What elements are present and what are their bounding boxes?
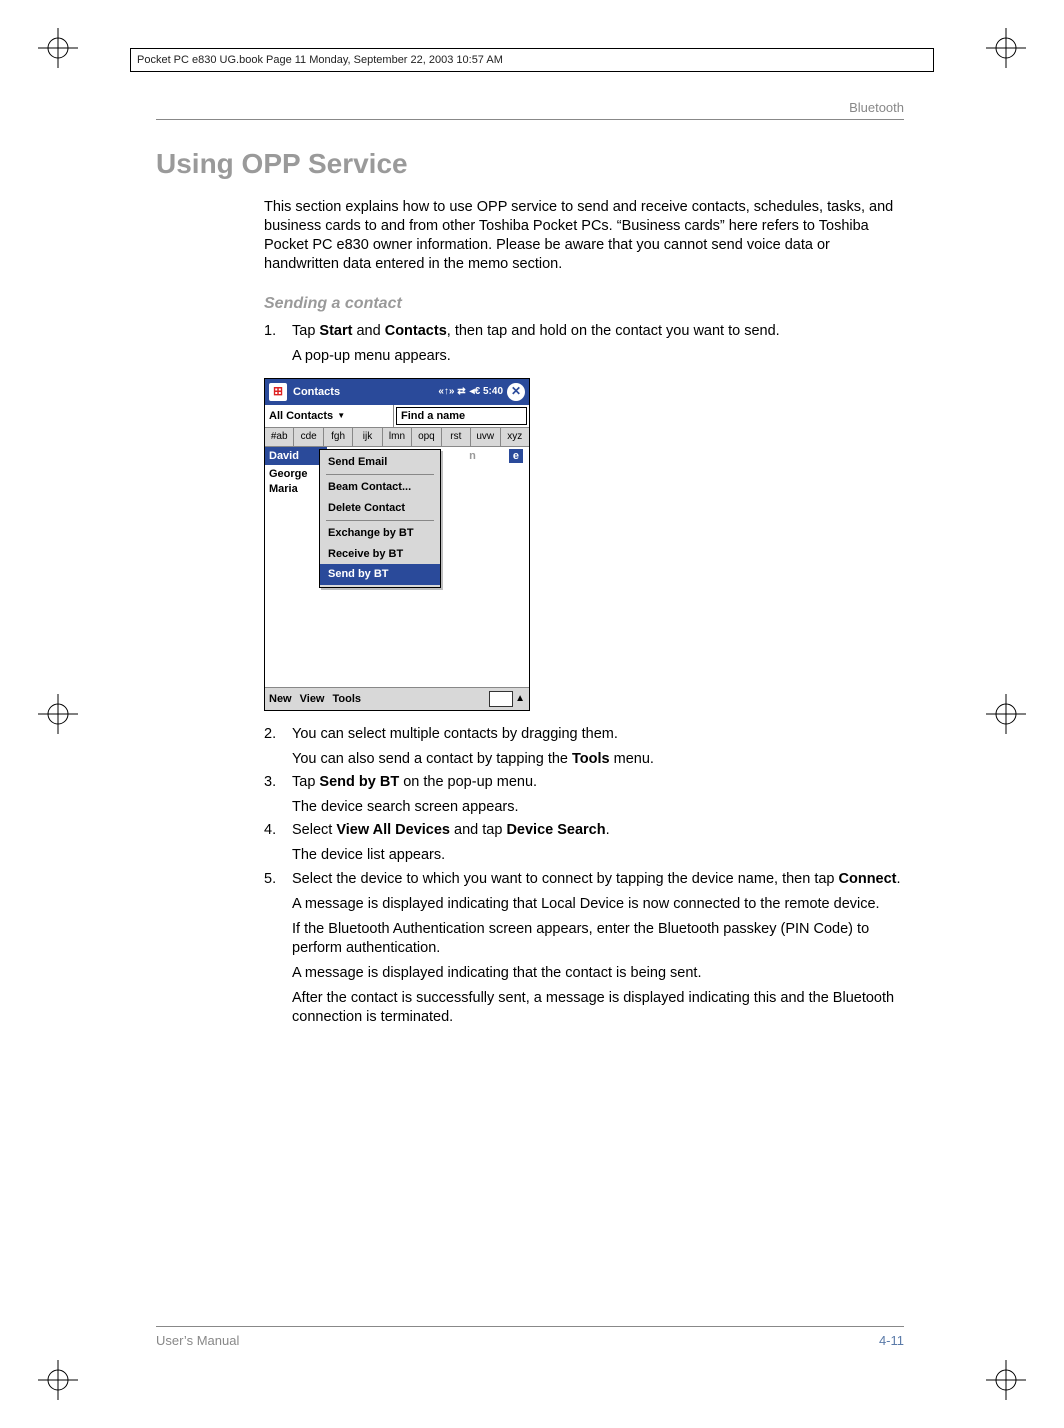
step-subtext: The device search screen appears.: [292, 798, 904, 817]
footer-left: User’s Manual: [156, 1333, 239, 1348]
column-initials: n e: [469, 449, 523, 464]
page-number: 4-11: [879, 1333, 904, 1348]
alpha-tab[interactable]: #ab: [265, 428, 294, 446]
menu-view[interactable]: View: [300, 692, 325, 707]
up-arrow-icon[interactable]: ▲: [515, 692, 525, 705]
system-tray: «↑» ⇄ ◂€ 5:40: [438, 385, 503, 398]
header-rule: [156, 119, 904, 120]
footer-rule: [156, 1326, 904, 1327]
start-flag-icon[interactable]: ⊞: [269, 383, 287, 401]
print-header-strip: Pocket PC e830 UG.book Page 11 Monday, S…: [130, 48, 934, 72]
tray-icons: «↑» ⇄: [438, 385, 465, 398]
crop-mark-icon: [38, 694, 78, 734]
crop-mark-icon: [986, 1360, 1026, 1400]
step-number: 3.: [264, 773, 292, 817]
running-head: Bluetooth: [156, 100, 904, 115]
menu-separator: [326, 520, 434, 521]
alpha-tab[interactable]: uvw: [471, 428, 500, 446]
ordered-steps: 1. Tap Start and Contacts, then tap and …: [264, 322, 904, 366]
alpha-tab[interactable]: cde: [294, 428, 323, 446]
alpha-tab[interactable]: rst: [442, 428, 471, 446]
app-title: Contacts: [293, 385, 438, 400]
step-number: 5.: [264, 870, 292, 914]
keyboard-icon[interactable]: [489, 691, 513, 707]
print-header-text: Pocket PC e830 UG.book Page 11 Monday, S…: [137, 54, 503, 66]
alpha-tab[interactable]: fgh: [324, 428, 353, 446]
menu-item-beam[interactable]: Beam Contact...: [320, 477, 440, 498]
step-number: 4.: [264, 821, 292, 865]
crop-mark-icon: [986, 28, 1026, 68]
menu-item-exchange-bt[interactable]: Exchange by BT: [320, 523, 440, 544]
category-dropdown[interactable]: All Contacts ▼: [265, 405, 394, 427]
menu-new[interactable]: New: [269, 692, 292, 707]
device-screenshot: ⊞ Contacts «↑» ⇄ ◂€ 5:40 ✕ All Contacts …: [264, 378, 530, 711]
page-title: Using OPP Service: [156, 148, 904, 180]
menu-item-send-bt[interactable]: Send by BT: [320, 564, 440, 585]
step-subtext: After the contact is successfully sent, …: [292, 989, 904, 1027]
menu-item-send-email[interactable]: Send Email: [320, 452, 440, 473]
clock: ◂€ 5:40: [470, 385, 503, 398]
titlebar: ⊞ Contacts «↑» ⇄ ◂€ 5:40 ✕: [265, 379, 529, 405]
step-subtext: A message is displayed indicating that t…: [292, 964, 904, 983]
intro-paragraph: This section explains how to use OPP ser…: [264, 198, 904, 275]
chevron-down-icon: ▼: [337, 411, 345, 422]
alpha-tab[interactable]: lmn: [383, 428, 412, 446]
alpha-tab[interactable]: xyz: [501, 428, 529, 446]
crop-mark-icon: [38, 1360, 78, 1400]
step-number: 1.: [264, 322, 292, 366]
step-subtext: A message is displayed indicating that L…: [292, 895, 904, 914]
bottom-menubar[interactable]: New View Tools ▲: [265, 687, 529, 710]
step-subtext: A pop-up menu appears.: [292, 347, 904, 366]
crop-mark-icon: [986, 694, 1026, 734]
step-content: You can select multiple contacts by drag…: [292, 725, 904, 769]
step-content: Select the device to which you want to c…: [292, 870, 904, 914]
step-content: Tap Send by BT on the pop-up menu. The d…: [292, 773, 904, 817]
crop-mark-icon: [38, 28, 78, 68]
alpha-tabs[interactable]: #ab cde fgh ijk lmn opq rst uvw xyz: [265, 428, 529, 447]
step-subtext: If the Bluetooth Authentication screen a…: [292, 920, 904, 958]
step-number: 2.: [264, 725, 292, 769]
contact-list[interactable]: David George Maria: [265, 447, 327, 687]
menu-item-receive-bt[interactable]: Receive by BT: [320, 544, 440, 565]
menu-separator: [326, 474, 434, 475]
find-input[interactable]: Find a name: [396, 407, 527, 425]
alpha-tab[interactable]: ijk: [353, 428, 382, 446]
menu-item-delete[interactable]: Delete Contact: [320, 498, 440, 519]
list-item[interactable]: David: [265, 447, 327, 466]
menu-tools[interactable]: Tools: [333, 692, 362, 707]
alpha-tab[interactable]: opq: [412, 428, 441, 446]
close-icon[interactable]: ✕: [507, 383, 525, 401]
section-heading: Sending a contact: [264, 293, 904, 314]
context-menu[interactable]: Send Email Beam Contact... Delete Contac…: [319, 449, 441, 588]
list-item[interactable]: Maria: [269, 482, 323, 497]
step-subtext: The device list appears.: [292, 846, 904, 865]
list-item[interactable]: George: [269, 467, 323, 482]
step-content: Select View All Devices and tap Device S…: [292, 821, 904, 865]
step-content: Tap Start and Contacts, then tap and hol…: [292, 322, 904, 366]
ordered-steps-cont: 2. You can select multiple contacts by d…: [264, 725, 904, 914]
